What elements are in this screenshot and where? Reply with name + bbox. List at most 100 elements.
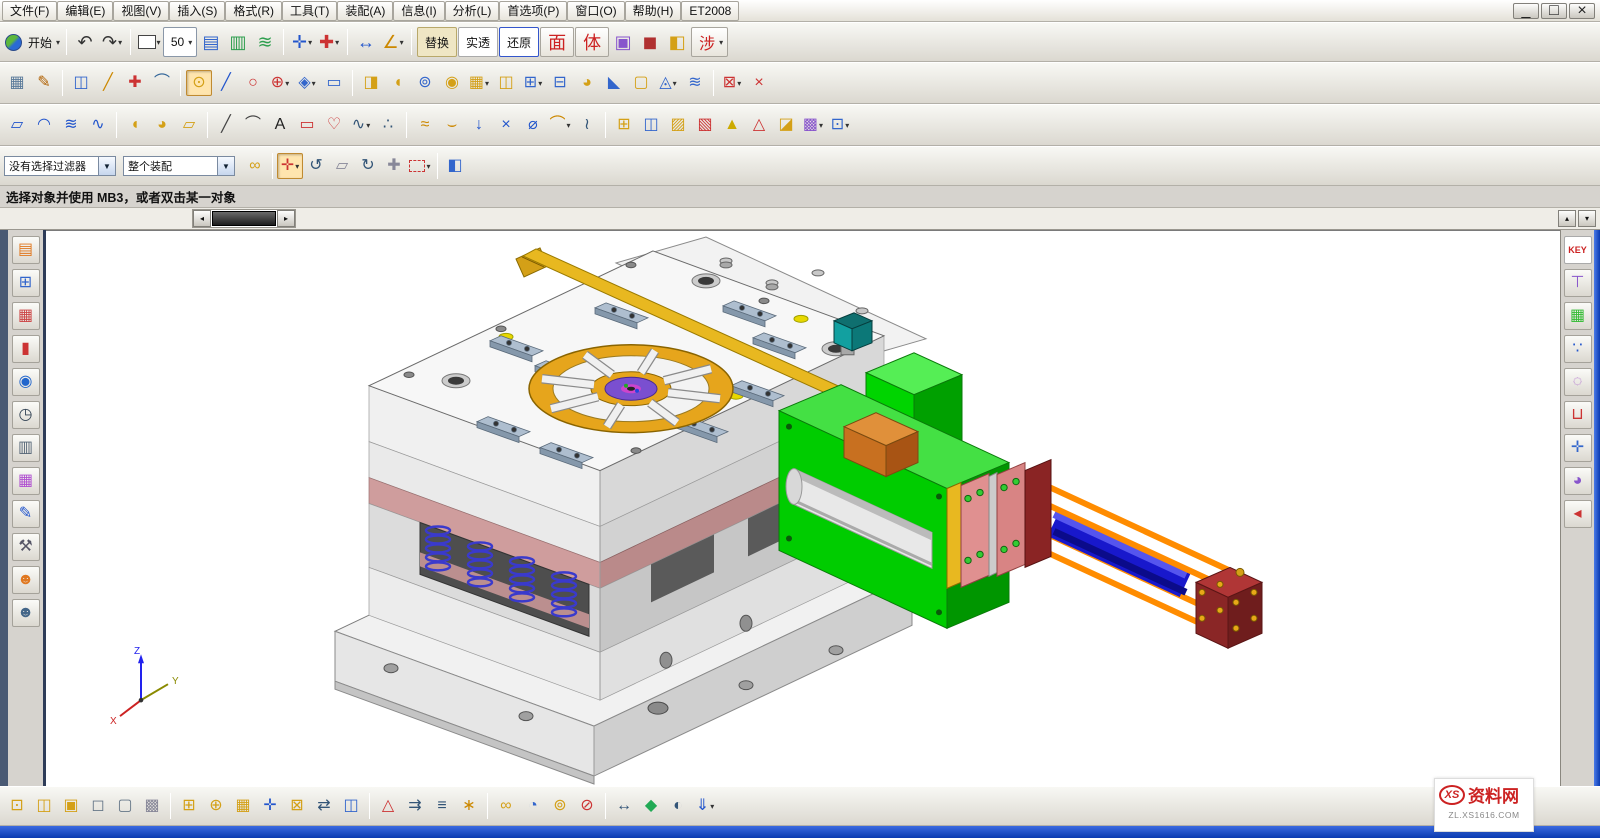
- exploded-views-icon[interactable]: ∗: [456, 793, 482, 819]
- sew-icon[interactable]: △: [746, 112, 772, 138]
- dropdown-caret[interactable]: ▾: [56, 38, 60, 47]
- constraint-navigator-icon[interactable]: ⊞: [12, 269, 40, 297]
- patch-icon[interactable]: ◪: [773, 112, 799, 138]
- scroll-up-button[interactable]: ▴: [1558, 210, 1576, 227]
- circle-icon[interactable]: ○: [240, 70, 266, 96]
- wave-geometry-icon[interactable]: ◔: [520, 793, 546, 819]
- dropdown-caret[interactable]: ▾: [366, 121, 370, 130]
- subtract-icon[interactable]: ⊟: [547, 70, 573, 96]
- sketch-curve-icon[interactable]: ✎: [31, 70, 57, 96]
- simplify-icon[interactable]: ⊡▾: [827, 112, 853, 138]
- model-cavity-ring[interactable]: [529, 345, 733, 433]
- point-target-icon[interactable]: ⊕▾: [267, 70, 293, 96]
- dropdown-caret[interactable]: ▾: [737, 79, 741, 88]
- point-constructor-icon[interactable]: ✚▾: [316, 27, 342, 57]
- measure-distance-icon[interactable]: ↔: [353, 27, 379, 57]
- pattern-component-icon[interactable]: ▦: [230, 793, 256, 819]
- copy-settings-icon[interactable]: ▣: [610, 27, 636, 57]
- model-canvas[interactable]: Z Y X: [46, 231, 1560, 786]
- menu-view[interactable]: 视图(V): [113, 1, 169, 21]
- extrude-icon[interactable]: ◨: [358, 70, 384, 96]
- datum-axis-icon[interactable]: ╱: [95, 70, 121, 96]
- redo-icon[interactable]: ↷▾: [99, 27, 125, 57]
- four-point-surface-icon[interactable]: ▱: [4, 112, 30, 138]
- section-curve-icon[interactable]: ⌀: [520, 112, 546, 138]
- arc-icon[interactable]: ⌒: [149, 70, 175, 96]
- offset-surface-icon[interactable]: ▩▾: [800, 112, 826, 138]
- dropdown-caret[interactable]: ▾: [485, 79, 489, 88]
- mirror-feature-icon[interactable]: ◫: [493, 70, 519, 96]
- undo-icon[interactable]: ↶: [72, 27, 98, 57]
- dome-icon[interactable]: ◕: [149, 112, 175, 138]
- model-hydraulic-cylinder[interactable]: [1025, 460, 1262, 649]
- dropdown-caret[interactable]: ▾: [710, 802, 714, 811]
- start-button[interactable]: 开始▾: [4, 27, 61, 57]
- part-navigator-icon[interactable]: ▦: [12, 302, 40, 330]
- show-hide-icon[interactable]: ◐: [665, 793, 691, 819]
- dropdown-caret[interactable]: ▾: [312, 79, 316, 88]
- menu-edit[interactable]: 编辑(E): [57, 1, 113, 21]
- ruled-surface-icon[interactable]: ◠: [31, 112, 57, 138]
- restore-button[interactable]: 还原: [499, 27, 539, 57]
- dropdown-caret[interactable]: ▾: [335, 38, 339, 47]
- wave-link-icon[interactable]: ⊙: [186, 70, 212, 96]
- sketch-icon[interactable]: ▦: [4, 70, 30, 96]
- scrollbar-thumb[interactable]: [212, 211, 276, 226]
- chamfer-icon[interactable]: ◣: [601, 70, 627, 96]
- hd3d-icon[interactable]: ▦: [12, 467, 40, 495]
- menu-analysis[interactable]: 分析(L): [445, 1, 500, 21]
- dropdown-caret[interactable]: ▾: [538, 79, 542, 88]
- suppressed-components-icon[interactable]: ▩: [139, 793, 165, 819]
- extract-geometry-icon[interactable]: ▨: [665, 112, 691, 138]
- hole-icon[interactable]: ⊚: [412, 70, 438, 96]
- profile-icon[interactable]: ♡: [321, 112, 347, 138]
- dropdown-caret[interactable]: ▾: [567, 121, 571, 130]
- assembly-constraints-icon[interactable]: ⊠: [284, 793, 310, 819]
- edge-blend-icon[interactable]: ◕: [574, 70, 600, 96]
- selection-scope-combo[interactable]: 整个装配 ▼: [123, 156, 235, 176]
- new-component-icon[interactable]: ⊕: [203, 793, 229, 819]
- sweep-icon[interactable]: ∿: [85, 112, 111, 138]
- offset-curve-icon[interactable]: ≈: [412, 112, 438, 138]
- history-icon[interactable]: ◷: [12, 401, 40, 429]
- unite-icon[interactable]: ⊞▾: [520, 70, 546, 96]
- menu-window[interactable]: 窗口(O): [567, 1, 624, 21]
- flat-shade-icon[interactable]: ▱: [329, 153, 355, 179]
- datum-plane-icon[interactable]: ◫: [68, 70, 94, 96]
- material-assign-icon[interactable]: ◆: [638, 793, 664, 819]
- text-icon[interactable]: A: [267, 112, 293, 138]
- menu-information[interactable]: 信息(I): [393, 1, 444, 21]
- interpart-rings-icon[interactable]: ∞: [242, 153, 268, 179]
- stop-icon[interactable]: ×: [746, 70, 772, 96]
- boss-icon[interactable]: ◉: [439, 70, 465, 96]
- trim-body-icon[interactable]: ◬▾: [655, 70, 681, 96]
- combo-arrow-icon[interactable]: ▼: [217, 157, 234, 175]
- dropdown-caret[interactable]: ▾: [295, 162, 299, 171]
- line-curve-icon[interactable]: ╱: [213, 112, 239, 138]
- body-display-button[interactable]: 体: [575, 27, 609, 57]
- scroll-down-button[interactable]: ▾: [1578, 210, 1596, 227]
- sequence-icon[interactable]: ⇉: [402, 793, 428, 819]
- point-set-icon[interactable]: ∴: [375, 112, 401, 138]
- roles-icon[interactable]: ☻: [12, 566, 40, 594]
- relations-browser-icon[interactable]: ⊚: [547, 793, 573, 819]
- intersection-curve-icon[interactable]: ×: [493, 112, 519, 138]
- pencil-tool-icon[interactable]: ✎: [12, 500, 40, 528]
- promote-body-icon[interactable]: ▧: [692, 112, 718, 138]
- ball-set-icon[interactable]: ∵: [1564, 335, 1592, 363]
- move-component-icon[interactable]: ✛: [257, 793, 283, 819]
- pattern-feature-icon[interactable]: ▦▾: [466, 70, 492, 96]
- helix-icon[interactable]: ≀: [574, 112, 600, 138]
- snap-point-icon[interactable]: ✛▾: [277, 153, 303, 179]
- pattern-geometry-icon[interactable]: ⊞: [611, 112, 637, 138]
- dropdown-caret[interactable]: ▾: [673, 79, 677, 88]
- arrangements-icon[interactable]: ≡: [429, 793, 455, 819]
- face-display-button[interactable]: 面: [540, 27, 574, 57]
- rectangle-curve-icon[interactable]: ▭: [294, 112, 320, 138]
- menu-preferences[interactable]: 首选项(P): [499, 1, 567, 21]
- color-swatch-button[interactable]: ▾: [136, 27, 162, 57]
- orient-view-icon[interactable]: ✛▾: [289, 27, 315, 57]
- menu-insert[interactable]: 插入(S): [169, 1, 225, 21]
- isolate-component-icon[interactable]: ⊘: [574, 793, 600, 819]
- layer-visible-icon[interactable]: ▤: [198, 27, 224, 57]
